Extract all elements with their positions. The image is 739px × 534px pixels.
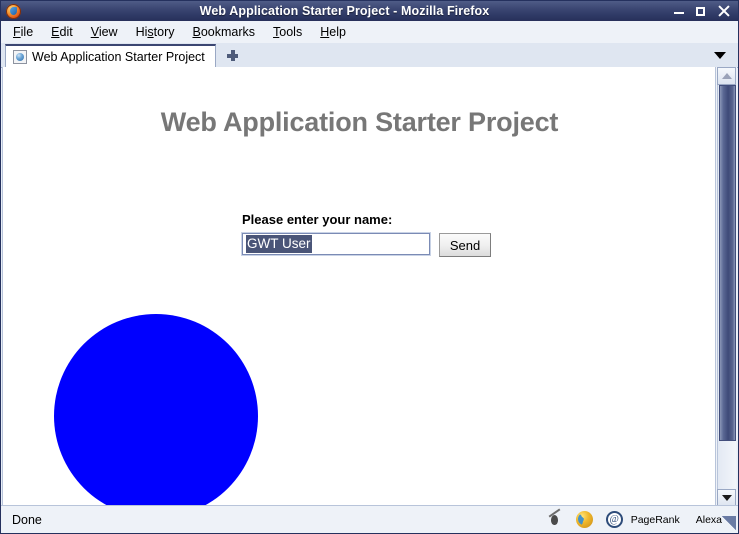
resize-grip[interactable]: [721, 516, 736, 531]
status-message: Done: [12, 512, 42, 527]
name-form-controls: GWT User Send: [241, 232, 491, 257]
pagerank-label[interactable]: PageRank: [631, 514, 680, 526]
menu-item-edit[interactable]: Edit: [42, 23, 82, 41]
page-viewport: Web Application Starter Project Please e…: [2, 67, 716, 507]
at-sign-icon[interactable]: @: [605, 511, 623, 528]
minimize-button[interactable]: [673, 5, 686, 18]
name-form: Please enter your name: GWT User Send: [241, 212, 491, 257]
plus-icon: [227, 50, 239, 61]
firefox-icon: [4, 3, 22, 19]
tab-bar: Web Application Starter Project: [1, 43, 738, 68]
scroll-up-button[interactable]: [717, 67, 736, 85]
scrollbar-track[interactable]: [717, 85, 736, 489]
scrollbar-thumb[interactable]: [719, 85, 736, 441]
vertical-scrollbar[interactable]: [715, 67, 737, 507]
menu-item-view[interactable]: View: [82, 23, 127, 41]
menu-item-history[interactable]: History: [127, 23, 184, 41]
menu-item-tools[interactable]: Tools: [264, 23, 311, 41]
menu-item-help[interactable]: Help: [311, 23, 355, 41]
name-input[interactable]: GWT User: [241, 232, 431, 256]
name-input-value: GWT User: [246, 235, 312, 253]
send-button[interactable]: Send: [439, 233, 491, 257]
list-all-tabs-button[interactable]: [702, 44, 738, 67]
scroll-up-arrow-icon: [721, 73, 732, 79]
title-bar: Web Application Starter Project - Mozill…: [1, 1, 738, 22]
alexa-label[interactable]: Alexa: [696, 514, 722, 526]
firebug-icon[interactable]: [546, 511, 563, 528]
blue-circle-graphic: [54, 314, 258, 507]
page-globe-icon: [13, 49, 27, 64]
menu-item-file[interactable]: File: [4, 23, 42, 41]
tab-web-application-starter-project[interactable]: Web Application Starter Project: [5, 44, 216, 67]
new-tab-button[interactable]: [216, 44, 250, 67]
page-title: Web Application Starter Project: [160, 107, 559, 137]
tab-label: Web Application Starter Project: [32, 49, 205, 64]
window-title: Web Application Starter Project - Mozill…: [199, 4, 490, 18]
name-field-label: Please enter your name:: [242, 212, 393, 227]
chevron-down-icon: [714, 52, 726, 59]
maximize-button[interactable]: [695, 5, 708, 18]
window-controls: [673, 5, 730, 18]
firefox-window: Web Application Starter Project - Mozill…: [0, 0, 739, 534]
scroll-down-arrow-icon: [721, 495, 732, 501]
menu-bar: File Edit View History Bookmarks Tools H…: [1, 21, 738, 44]
web-of-trust-icon[interactable]: [575, 511, 593, 528]
status-bar: Done @ PageRank Alexa: [1, 505, 738, 533]
close-button[interactable]: [717, 5, 730, 18]
menu-item-bookmarks[interactable]: Bookmarks: [184, 23, 265, 41]
status-bar-icons: @: [546, 511, 623, 528]
